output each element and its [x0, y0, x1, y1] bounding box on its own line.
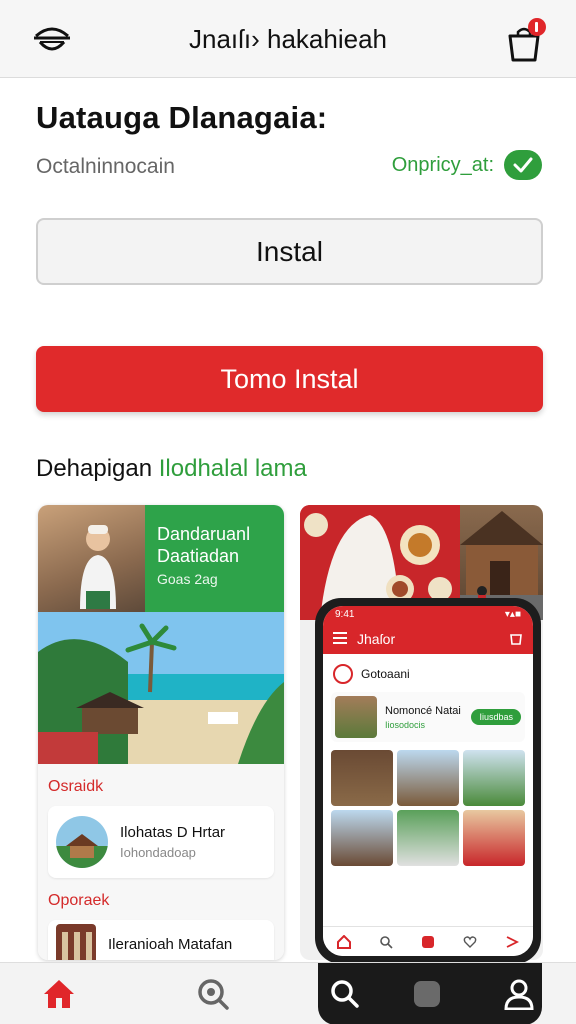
- phone-logo-icon: [333, 664, 353, 684]
- phone-status-bar: 9:41 ▾▴■: [323, 606, 533, 624]
- primary-install-button[interactable]: Tomo Instal: [36, 346, 543, 412]
- phone-item-title: Nomoncé Natai: [385, 704, 461, 717]
- home-icon[interactable]: [36, 971, 82, 1017]
- phone-image-grid: [323, 746, 533, 870]
- apps-icon[interactable]: [404, 971, 450, 1017]
- screenshot-left[interactable]: Dandaruanl Daatiadan Goas 2ag Osraidk Il…: [38, 505, 284, 960]
- phone-share-icon: [506, 935, 519, 948]
- phone-section-label: Gotoaani: [361, 667, 410, 681]
- phone-item-thumbnail: [335, 696, 377, 738]
- list-item-title: Ileranioah Matafan: [108, 935, 233, 953]
- list-item-subtitle: Iohondadoap: [120, 845, 196, 860]
- cart-badge: [528, 18, 546, 36]
- phone-home-icon: [337, 934, 351, 949]
- search-icon[interactable]: [190, 971, 236, 1017]
- phone-status-time: 9:41: [335, 609, 355, 620]
- list-item-title: Ilohatas D Hrtar: [120, 824, 226, 841]
- screenshot-list: Osraidk Ilohatas D Hrtar Iohondadoap Opo…: [38, 764, 284, 960]
- screenshots-heading-part2: Ilodhalal lama: [158, 455, 307, 482]
- search-icon[interactable]: [322, 971, 368, 1017]
- phone-section-row: Gotoaani: [323, 654, 533, 688]
- phone-grid-tile: [397, 810, 459, 866]
- screenshots-heading: Dehapigan Ilodhalal lama: [36, 455, 307, 483]
- bag-icon[interactable]: [502, 18, 550, 62]
- app-title: Uatauga Dlanagaia:: [36, 100, 328, 135]
- phone-app-bar: Jhaſor: [323, 624, 533, 654]
- phone-list-item: Nomoncé Natai Iiosodocis Iiusdbas: [331, 692, 525, 742]
- screenshot-banner: Dandaruanl Daatiadan Goas 2ag: [145, 505, 284, 612]
- phone-title: Jhaſor: [357, 631, 396, 647]
- phone-mockup: 9:41 ▾▴■ Jhaſor Gotoaani Nomoncé Natai I…: [315, 598, 541, 964]
- check-icon: [504, 150, 542, 180]
- screenshot-beach-image: [38, 612, 284, 764]
- app-developer[interactable]: Octalninnocain: [36, 155, 175, 179]
- phone-grid-tile: [331, 810, 393, 866]
- phone-heart-icon: [463, 935, 477, 948]
- phone-grid-tile: [463, 810, 525, 866]
- phone-screen: 9:41 ▾▴■ Jhaſor Gotoaani Nomoncé Natai I…: [323, 606, 533, 956]
- profile-icon[interactable]: [496, 971, 542, 1017]
- list-item-thumbnail: [56, 924, 96, 960]
- screenshots-heading-part1: Dehapigan: [36, 455, 159, 482]
- phone-bag-icon: [509, 631, 523, 648]
- banner-title: Dandaruanl Daatiadan: [157, 524, 251, 566]
- phone-menu-icon: [333, 631, 347, 647]
- phone-item-subtitle: Iiosodocis: [385, 719, 426, 730]
- phone-grid-tile: [463, 750, 525, 806]
- phone-item-pill: Iiusdbas: [471, 709, 521, 725]
- phone-apps-icon: [422, 935, 434, 948]
- phone-status-icons: ▾▴■: [504, 609, 521, 620]
- list-item: Ilohatas D Hrtar Iohondadoap: [48, 806, 274, 878]
- list-item: Ileranioah Matafan: [48, 920, 274, 960]
- phone-search-icon: [380, 935, 393, 949]
- verified-badge: Onpricy_at:: [392, 150, 542, 180]
- phone-grid-tile: [397, 750, 459, 806]
- list-section-1: Osraidk: [48, 778, 104, 795]
- list-section-2: Oporaek: [48, 892, 110, 909]
- header-title: Jnaıſı› hakahieah: [188, 24, 388, 54]
- phone-grid-tile: [331, 750, 393, 806]
- screenshot-photo-person: [38, 505, 145, 612]
- verified-label: Onpricy_at:: [391, 153, 494, 176]
- banner-subtitle: Goas 2ag: [157, 571, 218, 587]
- list-item-thumbnail: [56, 816, 108, 868]
- phone-bottom-nav: [323, 926, 533, 956]
- install-button[interactable]: Instal: [36, 218, 543, 285]
- bottom-nav: [0, 962, 576, 1024]
- top-bar: Jnaıſı› hakahieah: [0, 0, 576, 78]
